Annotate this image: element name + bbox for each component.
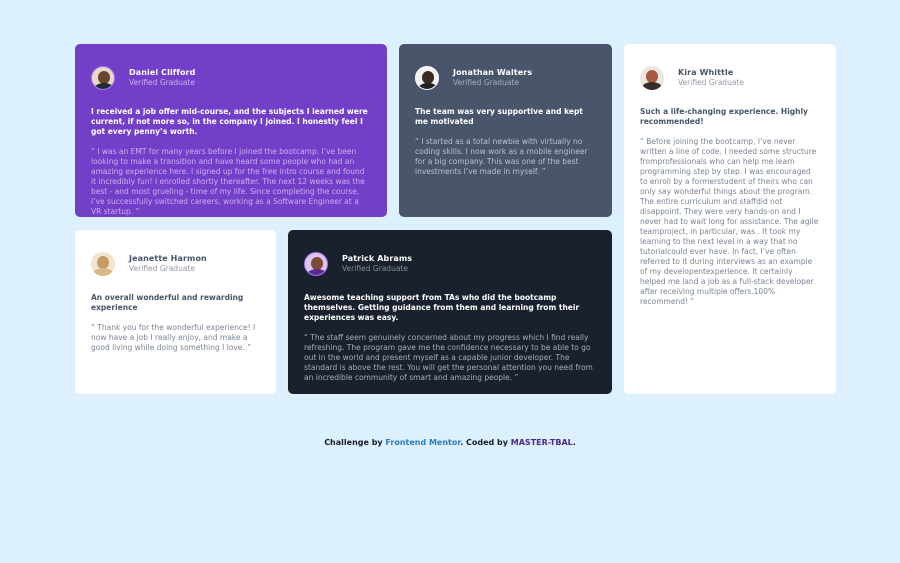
attribution-footer: Challenge by Frontend Mentor. Coded by M… [0,438,900,448]
card-header: Kira Whittle Verified Graduate [640,66,820,90]
footer-prefix: Challenge by [324,438,386,447]
author-role: Verified Graduate [129,264,195,273]
testimonial-headline: I received a job offer mid-course, and t… [91,107,368,136]
author-role: Verified Graduate [453,78,519,87]
testimonial-quote: “ Thank you for the wonderful experience… [91,323,256,352]
author-info: Daniel Clifford Verified Graduate [129,68,195,88]
avatar [91,252,115,276]
avatar [304,252,328,276]
author-role: Verified Graduate [678,78,744,87]
frontend-mentor-link[interactable]: Frontend Mentor [385,438,460,447]
author-name: Daniel Clifford [129,68,196,77]
card-header: Jonathan Walters Verified Graduate [415,66,596,90]
avatar [640,66,664,90]
author-name: Jeanette Harmon [129,254,207,263]
avatar-body-icon [642,82,662,90]
testimonial-headline: An overall wonderful and rewarding exper… [91,293,244,312]
testimonial-card-daniel: Daniel Clifford Verified Graduate I rece… [75,44,387,217]
avatar-body-icon [94,83,114,89]
footer-middle: . Coded by [460,438,511,447]
author-info: Patrick Abrams Verified Graduate [342,254,412,274]
author-link[interactable]: MASTER-TBAL [511,438,573,447]
author-name: Kira Whittle [678,68,734,77]
card-header: Patrick Abrams Verified Graduate [304,252,596,276]
avatar-body-icon [93,268,113,276]
testimonial-quote: “ I started as a total newbie with virtu… [415,137,588,176]
author-info: Jeanette Harmon Verified Graduate [129,254,207,274]
footer-suffix: . [572,438,576,447]
testimonial-quote: “ The staff seem genuinely concerned abo… [304,333,593,382]
testimonials-grid: Daniel Clifford Verified Graduate I rece… [75,44,836,394]
author-info: Kira Whittle Verified Graduate [678,68,744,88]
testimonial-quote: “ Before joining the bootcamp, I’ve neve… [640,137,819,306]
testimonial-card-kira: Kira Whittle Verified Graduate Such a li… [624,44,836,394]
testimonial-headline: The team was very supportive and kept me… [415,107,583,126]
author-role: Verified Graduate [342,264,408,273]
testimonial-quote: “ I was an EMT for many years before I j… [91,147,365,216]
testimonial-headline: Awesome teaching support from TAs who di… [304,293,580,322]
avatar-body-icon [418,83,438,89]
card-header: Daniel Clifford Verified Graduate [91,66,371,90]
testimonial-card-jeanette: Jeanette Harmon Verified Graduate An ove… [75,230,276,394]
avatar-body-icon [307,269,327,275]
author-name: Patrick Abrams [342,254,413,263]
author-name: Jonathan Walters [453,68,533,77]
author-role: Verified Graduate [129,78,195,87]
avatar [91,66,115,90]
testimonial-card-jonathan: Jonathan Walters Verified Graduate The t… [399,44,612,217]
avatar [415,66,439,90]
testimonial-headline: Such a life-changing experience. Highly … [640,107,808,126]
card-header: Jeanette Harmon Verified Graduate [91,252,260,276]
testimonial-card-patrick: Patrick Abrams Verified Graduate Awesome… [288,230,612,394]
author-info: Jonathan Walters Verified Graduate [453,68,532,88]
